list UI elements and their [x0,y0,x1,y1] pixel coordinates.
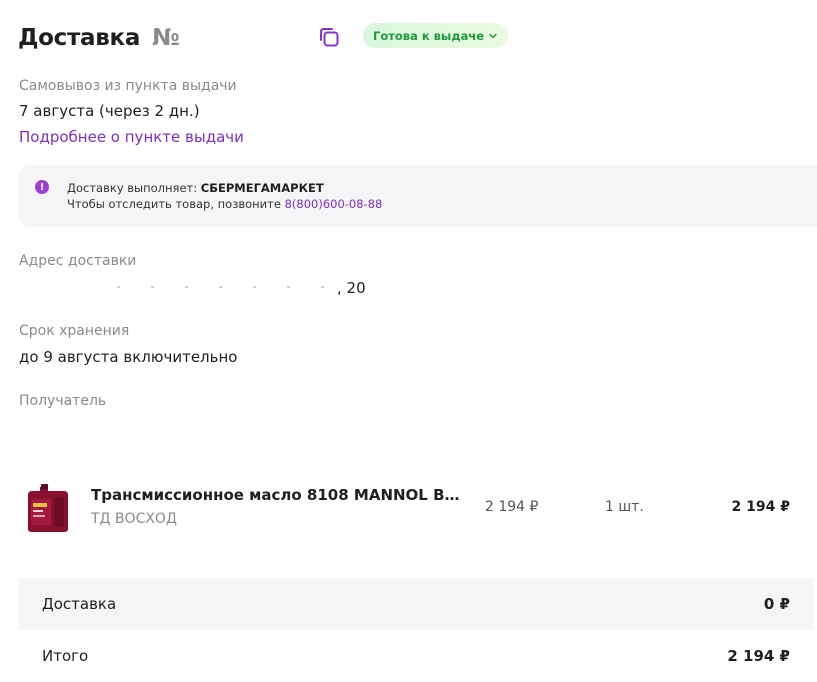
product-name-link[interactable]: Трансмиссионное масло 8108 MANNOL BA... [91,486,461,504]
tracking-text: Чтобы отследить товар, позвоните [67,197,281,211]
order-total-label: Итого [42,647,89,665]
delivery-address: , 20 [19,279,379,299]
product-total: 2 194 ₽ [731,499,790,515]
pickup-point-details-link[interactable]: Подробнее о пункте выдачи [19,128,244,146]
pickup-method: Самовывоз из пункта выдачи [19,78,237,94]
page-header: Доставка № Готова к выдаче [18,22,538,54]
status-label: Готова к выдаче [373,28,485,43]
copy-icon [320,28,339,47]
recipient-label: Получатель [19,393,107,409]
chevron-down-icon [489,33,497,39]
order-number: № [152,25,180,51]
support-phone-link[interactable]: 8(800)600-08-88 [285,197,383,211]
pickup-date: 7 августа (через 2 дн.) [19,102,200,120]
carrier-line: Доставку выполняет: СБЕРМЕГАМАРКЕТ [67,181,324,195]
order-total-value: 2 194 ₽ [727,647,790,665]
status-badge[interactable]: Готова к выдаче [363,23,509,48]
carrier-prefix: Доставку выполняет: [67,181,198,195]
copy-order-number-button[interactable] [316,24,342,50]
address-tail: , 20 [337,279,366,297]
product-price: 2 194 ₽ [485,499,539,515]
address-label: Адрес доставки [19,253,137,269]
product-quantity: 1 шт. [605,499,644,515]
product-row: Трансмиссионное масло 8108 MANNOL BA... … [18,478,798,540]
tracking-line: Чтобы отследить товар, позвоните 8(800)6… [67,197,382,211]
product-image[interactable] [26,483,70,533]
alert-icon: ! [35,180,49,194]
product-seller: ТД ВОСХОД [91,511,177,527]
storage-value: до 9 августа включительно [19,348,238,366]
delivery-cost-value: 0 ₽ [763,595,790,613]
storage-label: Срок хранения [19,323,130,339]
delivery-cost-row: Доставка 0 ₽ [18,578,814,630]
page-title: Доставка [18,25,141,51]
redacted-address [19,281,339,295]
order-total-row: Итого 2 194 ₽ [18,630,814,682]
delivery-cost-label: Доставка [42,595,117,613]
carrier-info-box: ! Доставку выполняет: СБЕРМЕГАМАРКЕТ Что… [18,165,817,227]
carrier-name: СБЕРМЕГАМАРКЕТ [200,181,324,195]
